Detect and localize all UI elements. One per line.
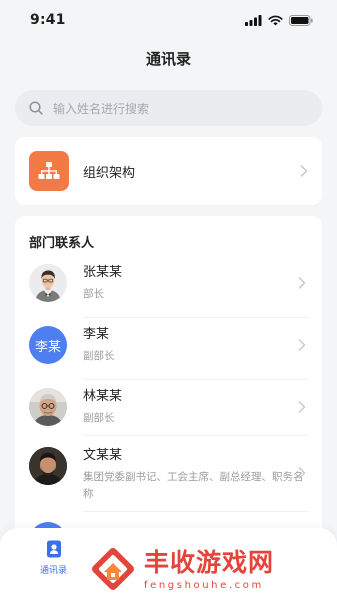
tab-contacts-label: 通讯录 bbox=[40, 566, 68, 576]
battery-icon bbox=[289, 14, 313, 26]
contact-row[interactable]: 张某某 部长 bbox=[29, 264, 308, 303]
status-icons bbox=[245, 14, 313, 26]
avatar: 李某 bbox=[29, 326, 67, 364]
contact-row[interactable]: 李某 李某 副部长 bbox=[29, 326, 308, 365]
watermark: 丰收游戏网 fengshouhe.com bbox=[88, 544, 274, 594]
search-icon bbox=[29, 101, 43, 115]
divider bbox=[83, 435, 308, 436]
search-input[interactable]: 输入姓名进行搜索 bbox=[15, 90, 322, 126]
tab-contacts[interactable]: 通讯录 bbox=[40, 540, 67, 576]
contact-name: 张某某 bbox=[83, 265, 123, 280]
avatar bbox=[29, 388, 67, 426]
org-chart-icon bbox=[29, 151, 69, 191]
chevron-right-icon bbox=[300, 165, 308, 177]
contact-row[interactable]: 林某某 副部长 bbox=[29, 388, 308, 427]
contact-role: 部长 bbox=[83, 288, 104, 300]
avatar bbox=[29, 264, 67, 302]
chevron-right-icon bbox=[298, 401, 306, 413]
divider bbox=[83, 317, 308, 318]
contact-name: 文某某 bbox=[83, 448, 123, 463]
avatar bbox=[29, 447, 67, 485]
contact-role: 集团党委副书记、工会主席、副总经理、职务名称 bbox=[83, 471, 304, 500]
wifi-icon bbox=[268, 15, 283, 25]
contact-name: 李某 bbox=[83, 327, 110, 342]
tab-bar: 通讯录 丰收游戏网 fengshouhe.com bbox=[0, 528, 337, 600]
contacts-book-icon bbox=[46, 540, 61, 558]
chevron-right-icon bbox=[298, 467, 306, 479]
watermark-title: 丰收游戏网 bbox=[144, 547, 275, 577]
contact-role: 副部长 bbox=[83, 412, 115, 424]
search-placeholder: 输入姓名进行搜索 bbox=[53, 101, 150, 116]
chevron-right-icon bbox=[298, 339, 306, 351]
status-bar: 9:41 bbox=[0, 0, 337, 40]
contact-row[interactable]: 文某某 集团党委副书记、工会主席、副总经理、职务名称 bbox=[29, 447, 308, 503]
divider bbox=[83, 379, 308, 380]
contact-role: 副部长 bbox=[83, 350, 115, 362]
org-structure-label: 组织架构 bbox=[83, 165, 136, 181]
watermark-url: fengshouhe.com bbox=[144, 579, 264, 591]
status-time: 9:41 bbox=[30, 12, 66, 28]
chevron-right-icon bbox=[298, 277, 306, 289]
divider bbox=[83, 511, 308, 512]
watermark-logo-icon bbox=[92, 548, 134, 590]
contact-name: 林某某 bbox=[83, 389, 123, 404]
department-contacts-card: 部门联系人 张某某 部长 李某 李某 副部长 林某某 副部长 文某某 集团党委副… bbox=[15, 216, 322, 556]
org-structure-entry[interactable]: 组织架构 bbox=[15, 137, 322, 205]
section-title: 部门联系人 bbox=[29, 236, 95, 251]
page-title: 通讯录 bbox=[145, 50, 191, 68]
signal-icon bbox=[245, 14, 262, 26]
